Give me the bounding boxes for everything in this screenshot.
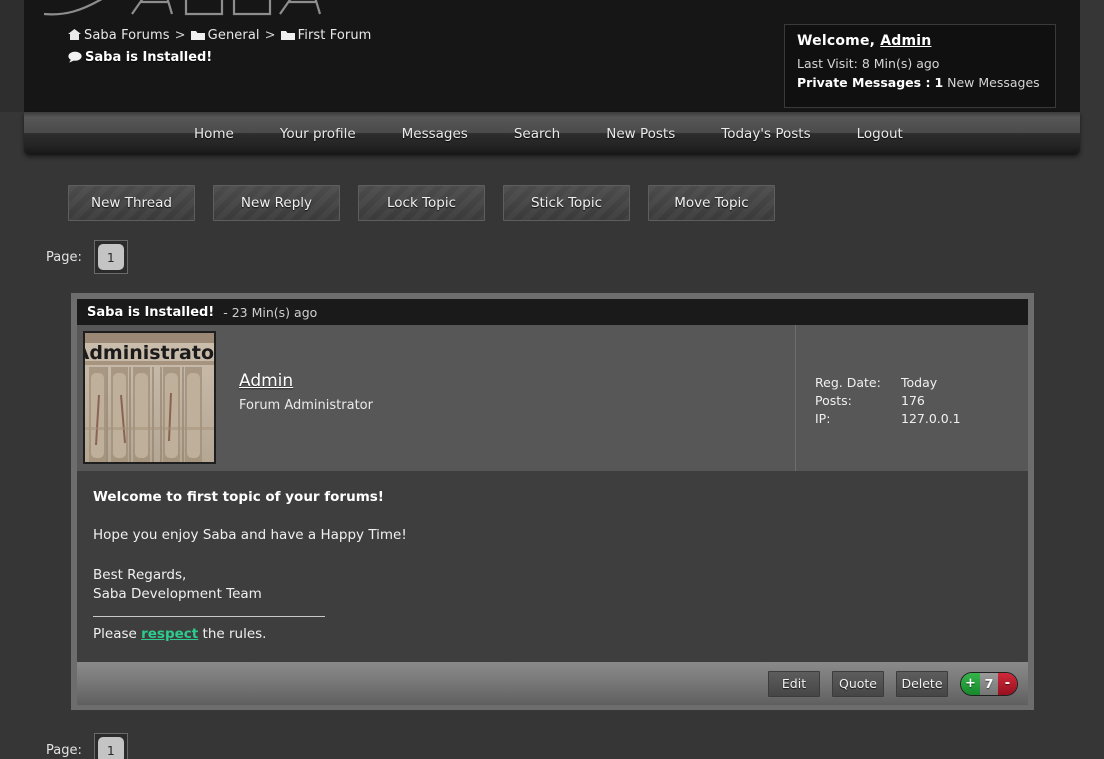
private-messages-count: 1: [934, 75, 944, 90]
stat-posts-value: 176: [901, 393, 925, 408]
home-icon: [68, 29, 81, 41]
avatar-caption-text: Administrator: [85, 342, 214, 364]
avatar-cell: Administrator: [77, 325, 216, 471]
pagination-page-number-bottom: 1: [97, 737, 124, 759]
avatar: Administrator: [83, 331, 216, 464]
stat-posts-key: Posts:: [815, 393, 852, 408]
post-container: Saba is Installed! - 23 Min(s) ago dmini…: [71, 293, 1034, 710]
page-content: New Thread New Reply Lock Topic Stick To…: [0, 155, 1104, 759]
post-signature-rules: Please respect the rules.: [93, 626, 1028, 642]
post-body-paragraph: Hope you enjoy Saba and have a Happy Tim…: [93, 527, 407, 543]
delete-button[interactable]: Delete: [896, 670, 948, 697]
stat-ip-value: 127.0.0.1: [901, 411, 961, 426]
welcome-username-link[interactable]: Admin: [880, 33, 931, 49]
last-visit-label: Last Visit:: [797, 56, 858, 71]
pagination-label-bottom: Page:: [46, 742, 82, 758]
post-header: Saba is Installed! - 23 Min(s) ago: [77, 299, 1028, 325]
new-thread-button[interactable]: New Thread: [68, 185, 195, 221]
pagination-page-number: 1: [97, 244, 124, 270]
nav-item-todays-posts[interactable]: Today's Posts: [721, 126, 810, 142]
breadcrumb-topic: Saba is Installed!: [68, 50, 212, 65]
stat-reg-date-value: Today: [901, 375, 938, 390]
post-body: Welcome to first topic of your forums! H…: [77, 471, 1028, 662]
breadcrumb-separator-1: >: [174, 28, 186, 43]
pagination-label: Page:: [46, 249, 82, 265]
rating-increase-button[interactable]: +: [961, 672, 980, 695]
site-header: Saba Forums > General > First Forum Saba i…: [24, 0, 1080, 112]
nav-items: Home Your profile Messages Search New Po…: [24, 112, 1080, 155]
post-author-link[interactable]: Admin: [239, 371, 293, 391]
pagination-page-1-top[interactable]: 1: [93, 240, 128, 274]
post-time: - 23 Min(s) ago: [223, 304, 318, 320]
folder-icon: [190, 30, 205, 41]
nav-item-logout[interactable]: Logout: [857, 126, 903, 142]
stat-ip: IP: 127.0.0.1: [815, 411, 1028, 427]
post-user-row: Administrator Admin Forum Administrator …: [77, 325, 1028, 471]
post-body-signoff-2: Saba Development Team: [93, 586, 262, 602]
private-messages-line: Private Messages : 1 New Messages: [797, 75, 1043, 90]
welcome-greeting-line: Welcome, Admin: [797, 33, 1043, 49]
stat-reg-date: Reg. Date: Today: [815, 375, 1028, 391]
last-visit-value: 8 Min(s) ago: [861, 56, 940, 71]
edit-button[interactable]: Edit: [768, 670, 820, 697]
post-author-cell: Admin Forum Administrator: [215, 325, 796, 471]
lock-topic-button[interactable]: Lock Topic: [358, 185, 485, 221]
breadcrumb-link-saba-forums[interactable]: Saba Forums: [84, 28, 170, 43]
respect-rules-link[interactable]: respect: [141, 626, 198, 642]
signature-divider: [93, 616, 325, 617]
breadcrumb-separator-2: >: [264, 28, 276, 43]
rating-decrease-button[interactable]: -: [998, 672, 1017, 695]
main-navigation: Home Your profile Messages Search New Po…: [24, 112, 1080, 155]
last-visit-line: Last Visit: 8 Min(s) ago: [797, 56, 1043, 71]
post-author-rank: Forum Administrator: [239, 398, 373, 413]
private-messages-suffix: New Messages: [947, 75, 1040, 90]
quote-button[interactable]: Quote: [832, 670, 884, 697]
speech-bubble-icon: [68, 51, 82, 63]
breadcrumb-link-general[interactable]: General: [208, 28, 260, 43]
new-reply-button[interactable]: New Reply: [213, 185, 340, 221]
nav-item-search[interactable]: Search: [514, 126, 560, 142]
nav-item-home[interactable]: Home: [194, 126, 234, 142]
pagination-top: Page: 1: [0, 240, 1104, 274]
move-topic-button[interactable]: Move Topic: [648, 185, 775, 221]
post-rating-widget: + 7 -: [960, 671, 1018, 696]
folder-icon: [280, 30, 295, 41]
stick-topic-button[interactable]: Stick Topic: [503, 185, 630, 221]
post-author-stats: Reg. Date: Today Posts: 176 IP: 127.0.0.…: [796, 325, 1028, 471]
rules-pre-text: Please: [93, 626, 142, 642]
breadcrumb: Saba Forums > General > First Forum: [68, 28, 371, 43]
post-footer: Edit Quote Delete + 7 -: [77, 662, 1028, 705]
post-body-signoff-1: Best Regards,: [93, 567, 187, 583]
welcome-greeting: Welcome,: [797, 33, 876, 49]
rules-post-text: the rules.: [198, 626, 267, 642]
nav-item-messages[interactable]: Messages: [402, 126, 468, 142]
pagination-bottom: Page: 1: [0, 733, 1104, 759]
nav-item-your-profile[interactable]: Your profile: [280, 126, 356, 142]
post-title: Saba is Installed!: [87, 304, 215, 320]
topic-title-text: Saba is Installed!: [85, 50, 213, 65]
site-logo: [36, 0, 336, 30]
stat-reg-date-key: Reg. Date:: [815, 375, 881, 390]
rating-score: 7: [980, 672, 998, 695]
stat-ip-key: IP:: [815, 411, 831, 426]
topic-toolbar: New Thread New Reply Lock Topic Stick To…: [0, 155, 1104, 221]
welcome-panel: Welcome, Admin Last Visit: 8 Min(s) ago …: [784, 24, 1056, 108]
stat-posts: Posts: 176: [815, 393, 1028, 409]
post-body-heading: Welcome to first topic of your forums!: [93, 489, 384, 505]
pagination-page-1-bottom[interactable]: 1: [93, 733, 128, 759]
nav-item-new-posts[interactable]: New Posts: [606, 126, 675, 142]
left-margin-strip: [0, 0, 24, 112]
breadcrumb-link-first-forum[interactable]: First Forum: [298, 28, 372, 43]
private-messages-label: Private Messages :: [797, 75, 931, 90]
